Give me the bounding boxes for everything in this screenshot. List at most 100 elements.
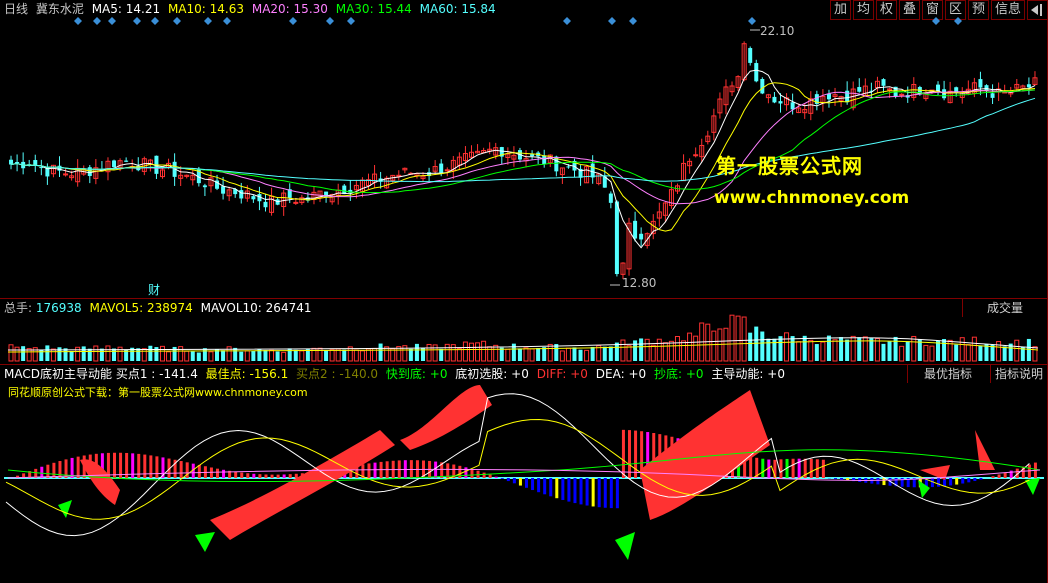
- macd-histogram-bar: [40, 466, 44, 478]
- formula-ad-text[interactable]: 同花顺原创公式下载：第一股票公式网www.chnmoney.com: [8, 384, 308, 400]
- volume-selector[interactable]: 成交量: [962, 299, 1047, 317]
- signal-marker: [173, 17, 181, 25]
- volume-bar: [21, 346, 26, 361]
- candle-body: [826, 93, 831, 100]
- macd-histogram-bar: [252, 473, 256, 478]
- volume-bar: [378, 343, 383, 361]
- volume-bar: [390, 348, 396, 362]
- macd-histogram-bar: [937, 478, 940, 487]
- macd-histogram-bar: [149, 455, 153, 478]
- volume-bar: [923, 344, 929, 362]
- macd-histogram-bar: [549, 478, 553, 497]
- momentum-area-green: [58, 500, 72, 518]
- volume-bar: [808, 339, 814, 362]
- volume-bar: [233, 347, 238, 361]
- buy2-value: -140.0: [339, 367, 379, 381]
- volume-bar: [832, 339, 838, 362]
- volume-bar: [796, 341, 802, 362]
- volume-bar: [772, 338, 777, 361]
- signal-marker: [608, 17, 616, 25]
- volume-bar: [778, 336, 783, 361]
- candle-body: [33, 160, 38, 166]
- volume-bar: [178, 346, 184, 362]
- volume-bar: [1002, 346, 1007, 361]
- macd-histogram-bar: [973, 478, 977, 482]
- bottom-value: +0: [685, 367, 704, 381]
- macd-histogram-bar: [488, 474, 492, 478]
- volume-bar: [674, 336, 680, 362]
- volume-bar: [81, 346, 86, 361]
- volume-bar: [69, 351, 74, 361]
- macd-histogram-bar: [821, 459, 825, 478]
- candle-body: [439, 163, 444, 174]
- dea-value: +0: [628, 367, 647, 381]
- candle-body: [772, 96, 777, 103]
- volume-bar: [705, 323, 711, 362]
- volume-bar: [826, 335, 831, 361]
- volume-bar: [711, 330, 717, 362]
- macd-histogram-bar: [276, 474, 280, 478]
- indicator-help-button[interactable]: 指标说明: [990, 365, 1047, 383]
- diff-label: DIFF:: [536, 367, 567, 381]
- volume-bar: [584, 349, 590, 362]
- momentum-area-green: [615, 532, 635, 560]
- macd-histogram-bar: [494, 476, 498, 478]
- volume-bar: [202, 348, 207, 361]
- macd-histogram-bar: [367, 463, 371, 478]
- volume-bar: [547, 343, 553, 362]
- macd-histogram-bar: [197, 464, 201, 478]
- candle-body: [239, 190, 244, 199]
- volume-bar: [687, 332, 693, 362]
- volume-bar: [26, 348, 32, 362]
- finance-marker[interactable]: 财: [148, 281, 160, 298]
- signal-marker: [347, 17, 355, 25]
- volume-bar: [450, 344, 456, 362]
- ma10-line: [10, 82, 1036, 232]
- macd-histogram-bar: [143, 454, 147, 478]
- volume-bar: [614, 342, 619, 361]
- volume-bar: [990, 345, 995, 361]
- candle-body: [693, 154, 699, 157]
- diff-line: [5, 393, 1030, 537]
- candle-body: [112, 160, 117, 168]
- volume-bar: [239, 351, 244, 361]
- macd-histogram-bar: [603, 478, 607, 508]
- macd-histogram-bar: [761, 458, 765, 478]
- macd-histogram-bar: [500, 478, 504, 479]
- buy1-value: -141.4: [159, 367, 198, 381]
- volume-bar: [754, 326, 759, 361]
- volume-bar: [790, 336, 795, 361]
- macd-histogram-bar: [561, 478, 565, 500]
- candle-body: [87, 167, 92, 177]
- macd-histogram-bar: [482, 472, 486, 478]
- momentum-area-red: [400, 385, 492, 450]
- best-indicator-button[interactable]: 最优指标: [907, 365, 988, 383]
- volume-bar: [869, 338, 874, 361]
- volume-bar: [748, 332, 753, 361]
- volume-bar: [1032, 346, 1038, 362]
- indicator-name[interactable]: MACD底初主导动能: [4, 367, 112, 381]
- candle-body: [444, 169, 450, 172]
- macd-histogram-bar: [597, 478, 601, 508]
- macd-histogram-bar: [373, 462, 377, 478]
- volume-bar: [359, 350, 365, 362]
- volume-bar: [269, 349, 275, 362]
- volume-bar: [184, 350, 190, 362]
- volume-bar: [293, 349, 298, 361]
- ma60-line: [10, 97, 1036, 183]
- volume-bar: [662, 342, 668, 362]
- volume-bar: [166, 351, 172, 362]
- macd-histogram-bar: [609, 478, 613, 509]
- macd-histogram-bar: [264, 474, 268, 478]
- volume-bar: [971, 336, 977, 362]
- macd-histogram-bar: [240, 472, 244, 478]
- macd-histogram-bar: [634, 430, 638, 478]
- fast-label: 快到底:: [385, 367, 426, 381]
- candle-body: [857, 87, 862, 92]
- volume-bar: [874, 338, 880, 362]
- signal-marker: [204, 17, 212, 25]
- signal-marker: [326, 17, 334, 25]
- volume-bar: [462, 341, 468, 362]
- volume-bar: [529, 348, 535, 362]
- volume-bar: [760, 331, 765, 361]
